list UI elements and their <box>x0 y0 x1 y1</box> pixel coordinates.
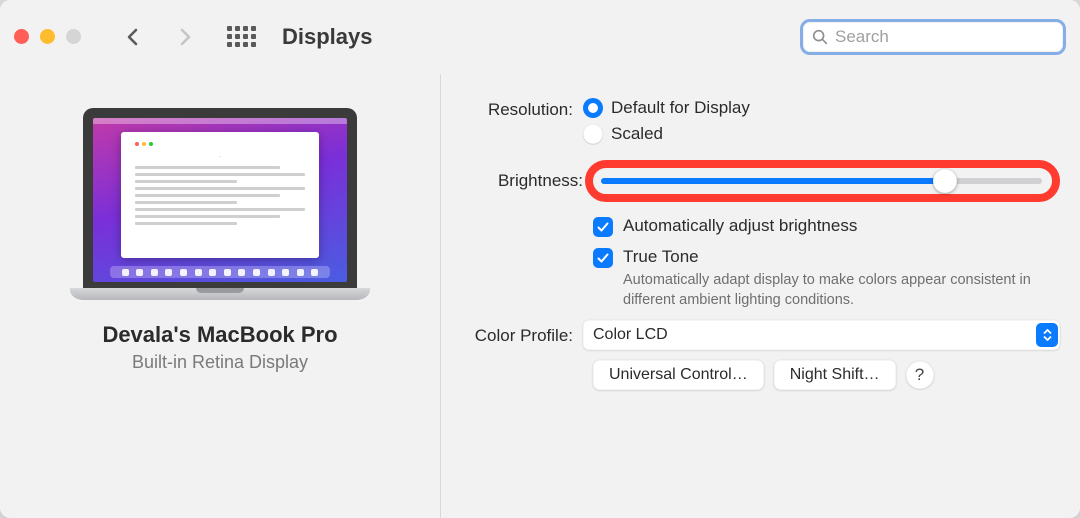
resolution-default-option[interactable]: Default for Display <box>583 98 1060 118</box>
displays-preferences-window: Displays · <box>0 0 1080 518</box>
forward-button[interactable] <box>171 23 199 51</box>
night-shift-label: Night Shift… <box>790 366 880 384</box>
device-subtitle: Built-in Retina Display <box>132 352 308 373</box>
color-profile-value: Color LCD <box>593 326 1036 344</box>
auto-brightness-checkbox[interactable]: Automatically adjust brightness <box>593 216 1060 237</box>
resolution-row: Resolution: Default for Display Scaled <box>461 98 1060 150</box>
universal-control-label: Universal Control… <box>609 366 748 384</box>
resolution-scaled-label: Scaled <box>611 124 663 144</box>
brightness-slider-fill <box>601 178 945 184</box>
macbook-illustration: · <box>70 108 370 300</box>
show-all-preferences-button[interactable] <box>227 26 256 47</box>
radio-unselected-icon <box>583 124 603 144</box>
resolution-default-label: Default for Display <box>611 98 750 118</box>
brightness-slider-knob[interactable] <box>933 169 957 193</box>
close-window-button[interactable] <box>14 29 29 44</box>
back-button[interactable] <box>119 23 147 51</box>
brightness-slider[interactable] <box>601 178 1042 184</box>
device-name: Devala's MacBook Pro <box>102 322 337 348</box>
help-button[interactable]: ? <box>906 361 934 389</box>
true-tone-description: Automatically adapt display to make colo… <box>623 271 1043 310</box>
chevron-left-icon <box>123 27 143 47</box>
auto-brightness-label: Automatically adjust brightness <box>623 216 857 235</box>
search-icon <box>811 28 829 46</box>
true-tone-label: True Tone <box>623 247 699 266</box>
search-field[interactable] <box>800 19 1066 55</box>
checkbox-checked-icon <box>593 217 613 237</box>
window-controls <box>14 29 81 44</box>
nav-buttons <box>119 23 199 51</box>
toolbar: Displays <box>0 0 1080 74</box>
search-input[interactable] <box>835 27 1055 47</box>
brightness-label: Brightness: <box>461 171 583 191</box>
universal-control-button[interactable]: Universal Control… <box>593 360 764 390</box>
night-shift-button[interactable]: Night Shift… <box>774 360 896 390</box>
pane-title: Displays <box>282 24 373 50</box>
color-profile-select[interactable]: Color LCD <box>583 320 1060 350</box>
help-icon: ? <box>915 365 924 385</box>
radio-selected-icon <box>583 98 603 118</box>
checkbox-checked-icon <box>593 248 613 268</box>
color-profile-label: Color Profile: <box>461 324 583 346</box>
bottom-button-row: Universal Control… Night Shift… ? <box>461 360 1060 390</box>
color-profile-row: Color Profile: Color LCD <box>461 320 1060 350</box>
resolution-label: Resolution: <box>461 98 583 120</box>
zoom-window-button[interactable] <box>66 29 81 44</box>
device-preview-pane: · Devala's MacBook Pro Built-in Retina D… <box>0 74 440 518</box>
chevron-right-icon <box>175 27 195 47</box>
grid-icon <box>227 26 256 47</box>
brightness-highlight <box>585 160 1060 202</box>
content-area: · Devala's MacBook Pro Built-in Retina D… <box>0 74 1080 518</box>
resolution-scaled-option[interactable]: Scaled <box>583 124 1060 144</box>
minimize-window-button[interactable] <box>40 29 55 44</box>
brightness-options: Automatically adjust brightness True Ton… <box>461 216 1060 310</box>
settings-pane: Resolution: Default for Display Scaled B… <box>440 74 1080 518</box>
brightness-row: Brightness: <box>461 160 1060 202</box>
true-tone-checkbox[interactable]: True Tone Automatically adapt display to… <box>593 247 1060 310</box>
select-stepper-icon <box>1036 323 1058 347</box>
